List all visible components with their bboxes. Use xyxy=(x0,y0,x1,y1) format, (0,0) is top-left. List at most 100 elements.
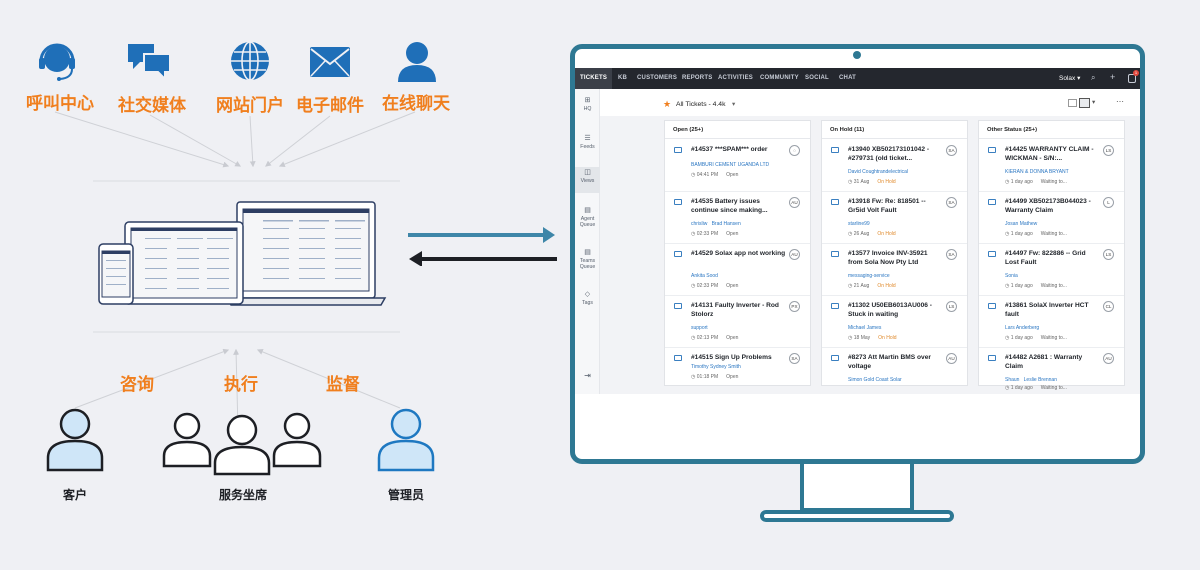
tab-reports[interactable]: REPORTS xyxy=(682,75,712,81)
webcam-icon xyxy=(853,51,861,59)
more-options-icon[interactable]: ⋯ xyxy=(1116,97,1124,106)
label-supervise: 监督 xyxy=(326,375,360,395)
sidebar-item-teams-queue[interactable]: ▤ Teams Queue xyxy=(575,249,600,271)
tab-activities[interactable]: ACTIVITIES xyxy=(718,75,753,81)
tab-community[interactable]: COMMUNITY xyxy=(760,75,799,81)
layout-dropdown-icon[interactable]: ▾ xyxy=(1092,98,1095,106)
ticket-contact: starline99 xyxy=(848,221,870,227)
envelope-icon xyxy=(831,251,839,257)
ticket-card[interactable]: #13918 Fw: Re: 818501 -- Gr5id Volt Faul… xyxy=(822,192,967,244)
ticket-card[interactable]: #14499 XB502173B044023 - Warranty Claim … xyxy=(979,192,1124,244)
ticket-card[interactable]: #14535 Battery issues continue since mak… xyxy=(665,192,810,244)
channel-label-live-chat: 在线聊天 xyxy=(382,94,450,114)
ticket-title: #14535 Battery issues continue since mak… xyxy=(691,198,768,215)
ticket-meta: ◷ 18 May On Hold xyxy=(848,335,897,341)
list-view-icon[interactable] xyxy=(1068,99,1077,107)
tab-kb[interactable]: KB xyxy=(618,75,627,81)
ticket-meta: ◷ 02:33 PM Open xyxy=(691,283,739,289)
feeds-icon: ☰ xyxy=(584,135,591,142)
tab-social[interactable]: SOCIAL xyxy=(805,75,829,81)
ticket-card[interactable]: #14515 Sign Up Problems Timothy Sydney S… xyxy=(665,348,810,394)
view-dropdown-icon[interactable]: ▾ xyxy=(732,100,735,108)
ticket-title: #14425 WARRANTY CLAIM - WICKMAN - S/N:..… xyxy=(1005,146,1094,163)
channel-label-social-media: 社交媒体 xyxy=(118,96,186,116)
ticket-card[interactable]: #14425 WARRANTY CLAIM - WICKMAN - S/N:..… xyxy=(979,140,1124,192)
tab-tickets[interactable]: TICKETS xyxy=(580,75,607,81)
label-execute: 执行 xyxy=(224,375,258,395)
ticket-meta: ◷ 1 day ago Waiting to... xyxy=(1005,283,1067,289)
kanban-view-icon[interactable] xyxy=(1079,98,1090,108)
ticket-contact: support xyxy=(691,325,708,331)
ticket-meta: ◷ 02:13 PM Open xyxy=(691,335,739,341)
role-label-admin: 管理员 xyxy=(387,488,424,502)
ticket-title: #8273 Att Martin BMS over voltage xyxy=(848,354,931,371)
view-title[interactable]: All Tickets - 4.4k xyxy=(676,101,725,108)
ticket-card[interactable]: #13577 Invoice INV-35921 from Sola Now P… xyxy=(822,244,967,296)
ticket-card[interactable]: #11302 U50EB6013AU006 - Stuck in waiting… xyxy=(822,296,967,348)
avatar: AU xyxy=(1103,353,1114,364)
org-switcher[interactable]: Solax ▾ xyxy=(1059,74,1080,82)
envelope-icon xyxy=(674,147,682,153)
envelope-icon xyxy=(674,251,682,257)
ticket-contact: Michael James xyxy=(848,325,882,331)
ticket-card[interactable]: #14482 A2681 : Warranty Claim Shaun Lesl… xyxy=(979,348,1124,394)
ticket-card[interactable]: #14497 Fw: 822886 -- Grid Lost Fault Son… xyxy=(979,244,1124,296)
sidebar-item-feeds[interactable]: ☰ Feeds xyxy=(575,135,600,150)
sidebar-item-views[interactable]: ◫ Views xyxy=(575,167,600,193)
ticket-card[interactable]: #14537 ***SPAM*** order BAMBURI CEMENT U… xyxy=(665,140,810,192)
channel-label-email: 电子邮件 xyxy=(296,96,364,116)
headset-icon xyxy=(36,40,78,84)
column-header: Open (25+) xyxy=(665,121,810,139)
avatar: LS xyxy=(946,301,957,312)
tab-chat[interactable]: CHAT xyxy=(839,75,856,81)
sidebar-item-agent-queue[interactable]: ▤ Agent Queue xyxy=(575,207,600,229)
envelope-icon xyxy=(831,199,839,205)
ticket-contact: chrisliw Brad Hansen xyxy=(691,221,741,227)
multi-device-illustration xyxy=(95,198,390,308)
tab-customers[interactable]: CUSTOMERS xyxy=(637,75,677,81)
ticket-title: #14499 XB502173B044023 - Warranty Claim xyxy=(1005,198,1091,215)
ticket-card[interactable]: #8273 Att Martin BMS over voltage Simon … xyxy=(822,348,967,394)
channel-label-web-portal: 网站门户 xyxy=(216,96,284,116)
envelope-icon xyxy=(988,251,996,257)
sidebar-item-tags[interactable]: ◇ Tags xyxy=(575,291,600,306)
ticket-meta: ◷ 02:33 PM Open xyxy=(691,231,739,237)
collapse-sidebar-icon[interactable]: ⇥ xyxy=(575,371,600,381)
chevron-down-icon: ▾ xyxy=(1077,75,1081,82)
ticket-contact: Lars Anderberg xyxy=(1005,325,1040,331)
left-sidebar: ⊞ HQ ☰ Feeds ◫ Views ▤ Agent Queue ▤ Tea… xyxy=(575,89,600,394)
ticket-card[interactable]: #13940 XB502173101042 - #279731 (old tic… xyxy=(822,140,967,192)
sidebar-item-hq[interactable]: ⊞ HQ xyxy=(575,97,600,112)
monitor-base xyxy=(760,510,954,522)
monitor-stand xyxy=(800,464,914,512)
column-header: On Hold (11) xyxy=(822,121,967,139)
ticket-contact: KIERAN & DONNA BRYANT xyxy=(1005,169,1069,175)
envelope-icon xyxy=(831,147,839,153)
search-icon[interactable]: ⌕ xyxy=(1091,73,1095,83)
envelope-icon xyxy=(988,303,996,309)
agent-queue-icon: ▤ xyxy=(584,207,591,214)
envelope-icon xyxy=(988,199,996,205)
ticket-title: #13918 Fw: Re: 818501 -- Gr5id Volt Faul… xyxy=(848,198,926,215)
avatar: LS xyxy=(1103,249,1114,260)
notification-badge: 1 xyxy=(1133,70,1139,76)
ticket-card[interactable]: #13861 SolaX Inverter HCT fault Lars And… xyxy=(979,296,1124,348)
ticket-meta: ◷ 01:18 PM Open xyxy=(691,374,739,380)
star-icon[interactable]: ★ xyxy=(663,99,671,110)
ticket-title: #14131 Faulty Inverter - Rod Stolorz xyxy=(691,302,779,319)
globe-icon xyxy=(229,40,271,82)
avatar: L xyxy=(1103,197,1114,208)
ticket-title: #13940 XB502173101042 - #279731 (old tic… xyxy=(848,146,930,163)
grid-icon: ⊞ xyxy=(584,97,591,104)
avatar: AU xyxy=(946,353,957,364)
avatar: ◌ xyxy=(789,145,800,156)
column-on-hold: On Hold (11) #13940 XB502173101042 - #27… xyxy=(821,120,968,386)
ticket-card[interactable]: #14529 Solax app not working Ankita Sood… xyxy=(665,244,810,296)
ticket-title: #14515 Sign Up Problems xyxy=(691,354,772,361)
envelope-icon xyxy=(674,355,682,361)
ticket-meta: ◷ 1 day ago Waiting to... xyxy=(1005,231,1067,237)
envelope-icon xyxy=(988,147,996,153)
ticket-card[interactable]: #14131 Faulty Inverter - Rod Stolorz sup… xyxy=(665,296,810,348)
plus-icon[interactable]: + xyxy=(1110,72,1115,82)
ticket-title: #14482 A2681 : Warranty Claim xyxy=(1005,354,1083,371)
